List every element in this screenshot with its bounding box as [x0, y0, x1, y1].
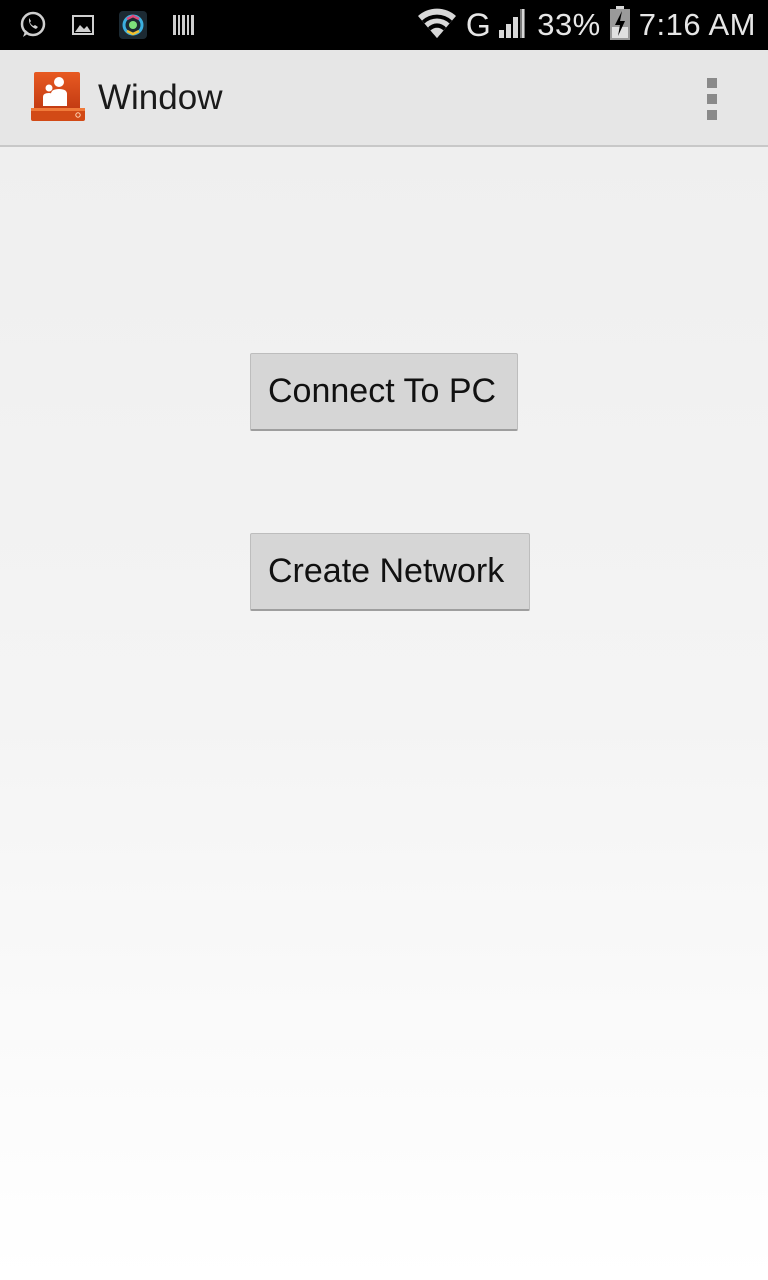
battery-percent: 33% [537, 7, 601, 42]
system-indicators: G 33% 7:16 AM [416, 0, 756, 50]
connect-to-pc-button[interactable]: Connect To PC [250, 353, 518, 431]
barcode-icon [168, 10, 198, 40]
app-title: Window [98, 78, 223, 117]
battery-icon [609, 5, 631, 46]
wifi-icon [416, 6, 458, 45]
overflow-menu-icon[interactable] [696, 76, 728, 122]
main-content: Connect To PC Create Network [0, 147, 768, 1280]
clock: 7:16 AM [638, 7, 756, 42]
camera-app-icon [118, 10, 148, 40]
app-logo-icon[interactable] [30, 70, 86, 126]
whatsapp-icon [18, 10, 48, 40]
signal-icon [497, 6, 529, 45]
notification-icons [18, 8, 198, 42]
gallery-icon [68, 10, 98, 40]
status-bar: G 33% 7:16 AM [0, 0, 768, 50]
create-network-button[interactable]: Create Network [250, 533, 530, 611]
network-type: G [465, 6, 492, 43]
action-bar: Window [0, 50, 768, 147]
